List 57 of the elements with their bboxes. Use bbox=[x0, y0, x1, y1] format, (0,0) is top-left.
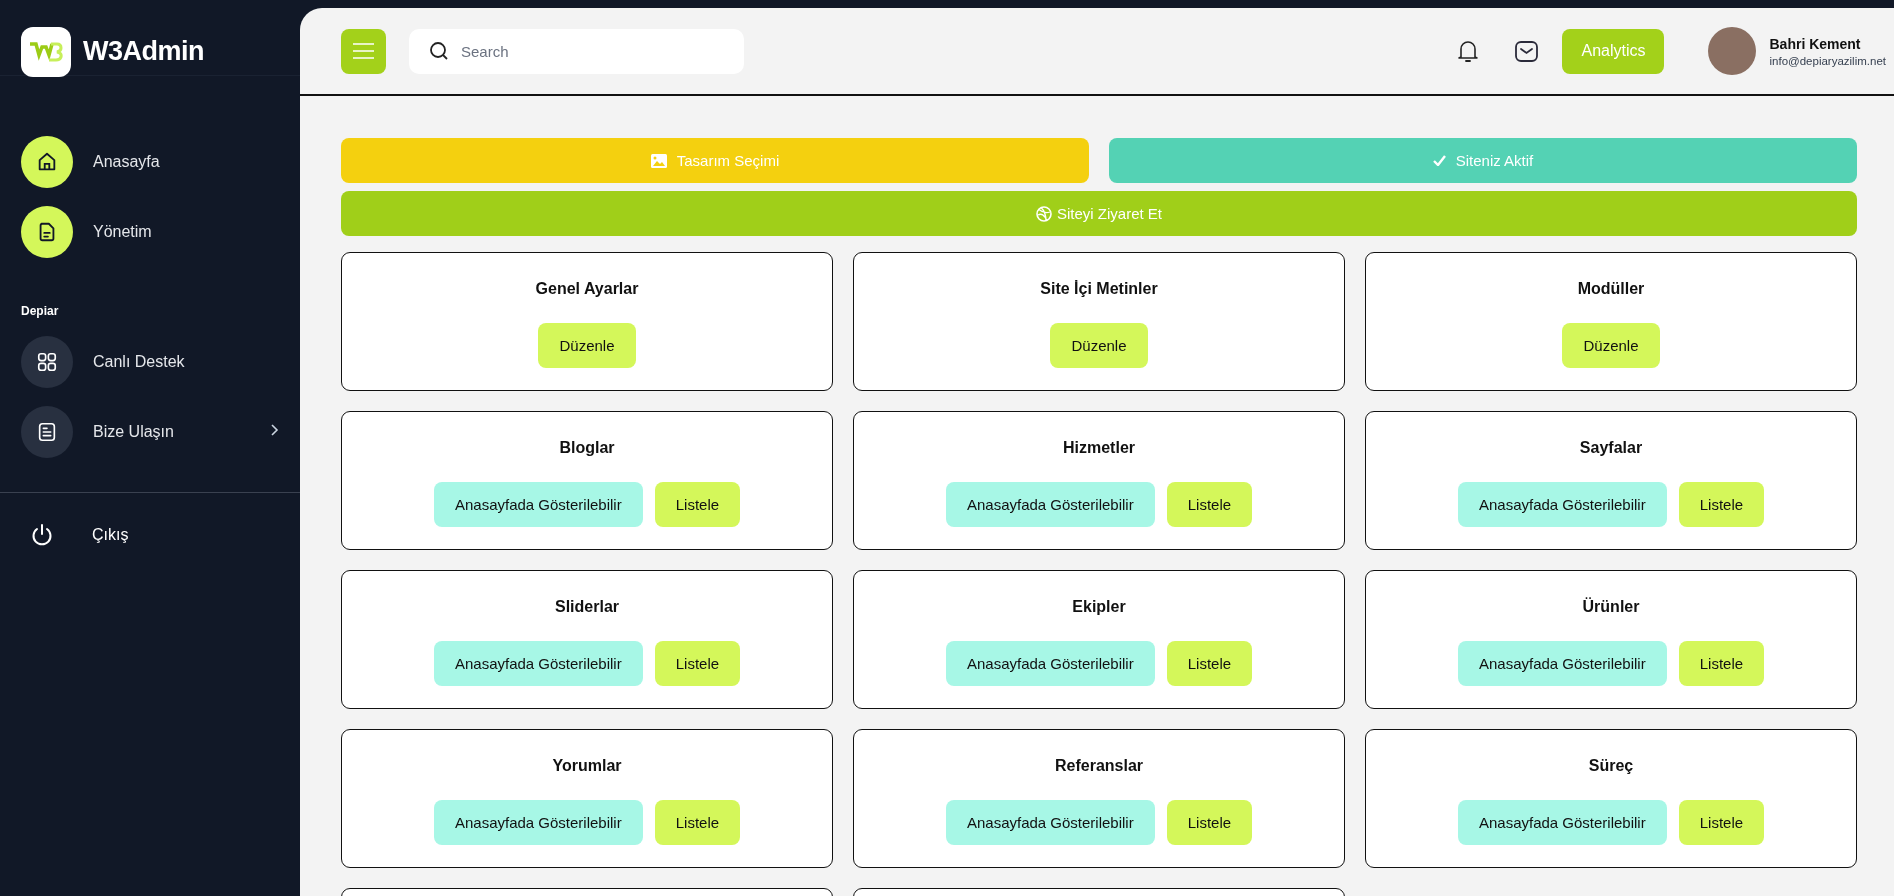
user-name: Bahri Kement bbox=[1769, 35, 1862, 52]
brand-name: W3Admin bbox=[83, 36, 204, 67]
show-on-homepage-button[interactable]: Anasayfada Gösterilebilir bbox=[945, 800, 1155, 845]
card-title: Bloglar bbox=[559, 439, 615, 457]
card-title: Referanslar bbox=[1054, 757, 1143, 775]
card-title: Modüller bbox=[1577, 280, 1645, 298]
check-icon bbox=[1432, 155, 1446, 166]
show-on-homepage-button[interactable]: Anasayfada Gösterilebilir bbox=[945, 482, 1155, 527]
list-button[interactable]: Listele bbox=[1678, 800, 1765, 845]
logout-link[interactable]: Çıkış bbox=[0, 493, 300, 547]
card-title: Yorumlar bbox=[552, 757, 622, 775]
list-icon bbox=[36, 421, 58, 443]
card-title: Hizmetler bbox=[1063, 439, 1135, 457]
list-button[interactable]: Listele bbox=[654, 482, 741, 527]
show-on-homepage-button[interactable]: Anasayfada Gösterilebilir bbox=[433, 800, 643, 845]
search-icon bbox=[429, 40, 449, 61]
list-button[interactable]: Listele bbox=[1678, 482, 1765, 527]
edit-button[interactable]: Düzenle bbox=[1562, 323, 1660, 368]
section-title: Depiar bbox=[21, 304, 60, 318]
sidebar-item[interactable]: Canlı Destek bbox=[21, 336, 279, 388]
list-button[interactable]: Listele bbox=[1166, 482, 1253, 527]
image-icon bbox=[650, 153, 667, 168]
menu-icon bbox=[353, 43, 374, 59]
edit-button[interactable]: Düzenle bbox=[538, 323, 636, 368]
sidebar-item[interactable]: Anasayfa bbox=[21, 136, 279, 188]
user-email: info@depiaryazilim.net bbox=[1769, 54, 1886, 67]
bell-icon[interactable] bbox=[1457, 39, 1480, 63]
logo-icon bbox=[21, 26, 71, 77]
mail-icon[interactable] bbox=[1515, 40, 1539, 62]
grid-icon bbox=[36, 351, 58, 373]
card-title: Ekipler bbox=[1072, 598, 1126, 616]
card-title: Ürünler bbox=[1582, 598, 1640, 616]
list-button[interactable]: Listele bbox=[1678, 641, 1765, 686]
show-on-homepage-button[interactable]: Anasayfada Gösterilebilir bbox=[1457, 800, 1667, 845]
chevron-right-icon bbox=[269, 423, 279, 437]
ball-icon bbox=[1036, 205, 1052, 222]
card-title: Sliderlar bbox=[555, 598, 619, 616]
show-on-homepage-button[interactable]: Anasayfada Gösterilebilir bbox=[1457, 641, 1667, 686]
list-button[interactable]: Listele bbox=[654, 641, 741, 686]
home-icon bbox=[36, 151, 58, 173]
card-title: Genel Ayarlar bbox=[535, 280, 639, 298]
show-on-homepage-button[interactable]: Anasayfada Gösterilebilir bbox=[945, 641, 1155, 686]
show-on-homepage-button[interactable]: Anasayfada Gösterilebilir bbox=[433, 641, 643, 686]
sidebar-item[interactable]: Bize Ulaşın bbox=[21, 406, 279, 458]
list-button[interactable]: Listele bbox=[654, 800, 741, 845]
search-field[interactable]: Search bbox=[409, 28, 744, 74]
edit-button[interactable]: Düzenle bbox=[1050, 323, 1148, 368]
power-icon bbox=[30, 523, 54, 547]
card-title: Sayfalar bbox=[1579, 439, 1643, 457]
show-on-homepage-button[interactable]: Anasayfada Gösterilebilir bbox=[1457, 482, 1667, 527]
list-button[interactable]: Listele bbox=[1166, 641, 1253, 686]
list-button[interactable]: Listele bbox=[1166, 800, 1253, 845]
show-on-homepage-button[interactable]: Anasayfada Gösterilebilir bbox=[433, 482, 643, 527]
card-title: Süreç bbox=[1588, 757, 1634, 775]
avatar bbox=[1708, 27, 1757, 75]
sidebar-item[interactable]: Yönetim bbox=[21, 206, 279, 258]
card-title: Site İçi Metinler bbox=[1040, 280, 1158, 298]
